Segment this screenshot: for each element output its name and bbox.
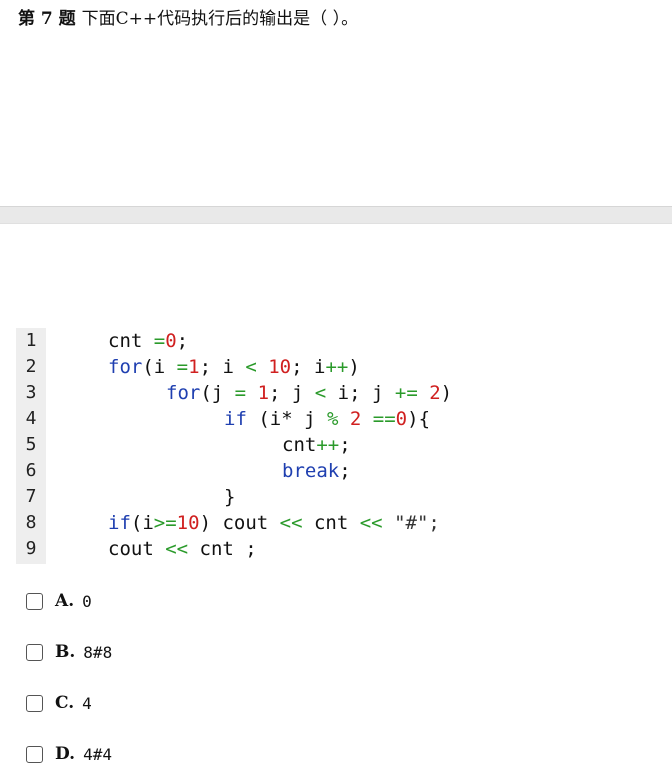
code-token: (i* j (246, 408, 327, 430)
line-number: 6 (25, 460, 37, 481)
code-token: < (245, 356, 257, 378)
line-number: 7 (25, 486, 37, 507)
code-token: ; (176, 330, 189, 352)
code-text: for(i =1; i < 10; i++) (108, 354, 360, 380)
code-text: cnt++; (282, 432, 351, 458)
code-token: (i (142, 356, 177, 378)
code-token: ) (440, 382, 453, 404)
line-number: 5 (25, 434, 37, 455)
option-text: 8#8 (83, 642, 113, 662)
code-token: 10 (176, 512, 200, 534)
code-token: ){ (407, 408, 431, 430)
code-token: cnt (302, 512, 360, 534)
code-block: 1 cnt =0; 2 for(i =1; i < 10; i++) 3 for(j = … (16, 328, 656, 564)
code-token: < (314, 382, 327, 404)
code-token: ; i (199, 356, 246, 378)
code-token: } (224, 486, 236, 508)
code-token: += (394, 382, 418, 404)
option-letter: A. (55, 591, 75, 611)
line-number: 9 (25, 538, 37, 559)
code-token: ) (348, 356, 360, 378)
checkbox-icon[interactable] (26, 694, 43, 712)
code-token: 1 (257, 382, 270, 404)
code-token: cnt (108, 330, 154, 352)
code-token: = (176, 356, 189, 378)
code-text: cout << cnt ; (108, 536, 257, 562)
option-text: 4 (82, 693, 92, 713)
code-token: == (372, 408, 396, 430)
code-token: (i (130, 512, 154, 534)
question-number: 第 7 题 (18, 9, 76, 29)
code-token: for (108, 356, 143, 378)
code-token: cnt (282, 434, 317, 456)
code-token: cnt ; (188, 538, 257, 560)
code-token: << (165, 538, 189, 560)
code-token: ; j (269, 382, 315, 404)
code-text: if(i>=10) cout << cnt << "#"; (108, 510, 440, 536)
code-text: if (i* j % 2 ==0){ (224, 406, 430, 432)
option-a[interactable]: A. 0 (26, 589, 92, 613)
code-text: break; (282, 458, 351, 484)
checkbox-icon[interactable] (26, 745, 43, 763)
code-token: if (224, 408, 247, 430)
code-token: % (326, 408, 339, 430)
section-divider (0, 206, 672, 224)
question-text: 下面C++代码执行后的输出是（ ）。 (81, 9, 359, 29)
option-d[interactable]: D. 4#4 (26, 742, 112, 766)
code-token: 0 (395, 408, 408, 430)
option-c[interactable]: C. 4 (26, 691, 92, 715)
code-token: for (166, 382, 201, 404)
code-token: = (153, 330, 166, 352)
option-text: 0 (82, 591, 92, 611)
code-text: } (224, 484, 235, 510)
code-token: "#"; (382, 512, 440, 534)
code-token: = (234, 382, 247, 404)
line-number: 8 (25, 512, 37, 533)
checkbox-icon[interactable] (26, 643, 43, 661)
question-header: 第 7 题下面C++代码执行后的输出是（ ）。 (18, 8, 358, 30)
code-token: 2 (429, 382, 441, 404)
code-token: 10 (268, 356, 292, 378)
code-token: i; j (326, 382, 395, 404)
option-letter: D. (55, 744, 76, 764)
code-token: 2 (349, 408, 362, 430)
checkbox-icon[interactable] (26, 592, 43, 610)
option-b[interactable]: B. 8#8 (26, 640, 112, 664)
code-token: break (282, 460, 340, 482)
code-token: 1 (188, 356, 200, 378)
option-letter: B. (55, 642, 76, 662)
code-token: if (108, 512, 131, 534)
code-token: ; (339, 434, 351, 456)
code-text: for(j = 1; j < i; j += 2) (166, 380, 452, 406)
line-number: 1 (25, 330, 37, 351)
code-token: ; i (291, 356, 326, 378)
code-token: ; (339, 460, 351, 482)
option-letter: C. (55, 693, 75, 713)
code-token: 0 (165, 330, 177, 352)
code-token: << (279, 512, 303, 534)
code-text: cnt =0; (108, 328, 188, 354)
code-token: ++ (316, 434, 340, 456)
line-number: 4 (25, 408, 37, 429)
code-token: (j (200, 382, 235, 404)
code-token: cout (108, 538, 166, 560)
code-token: ++ (325, 356, 349, 378)
code-token: >= (153, 512, 177, 534)
code-token: ) cout (199, 512, 280, 534)
line-number: 3 (25, 382, 37, 403)
line-number: 2 (25, 356, 37, 377)
code-token: << (359, 512, 383, 534)
option-text: 4#4 (83, 744, 112, 764)
